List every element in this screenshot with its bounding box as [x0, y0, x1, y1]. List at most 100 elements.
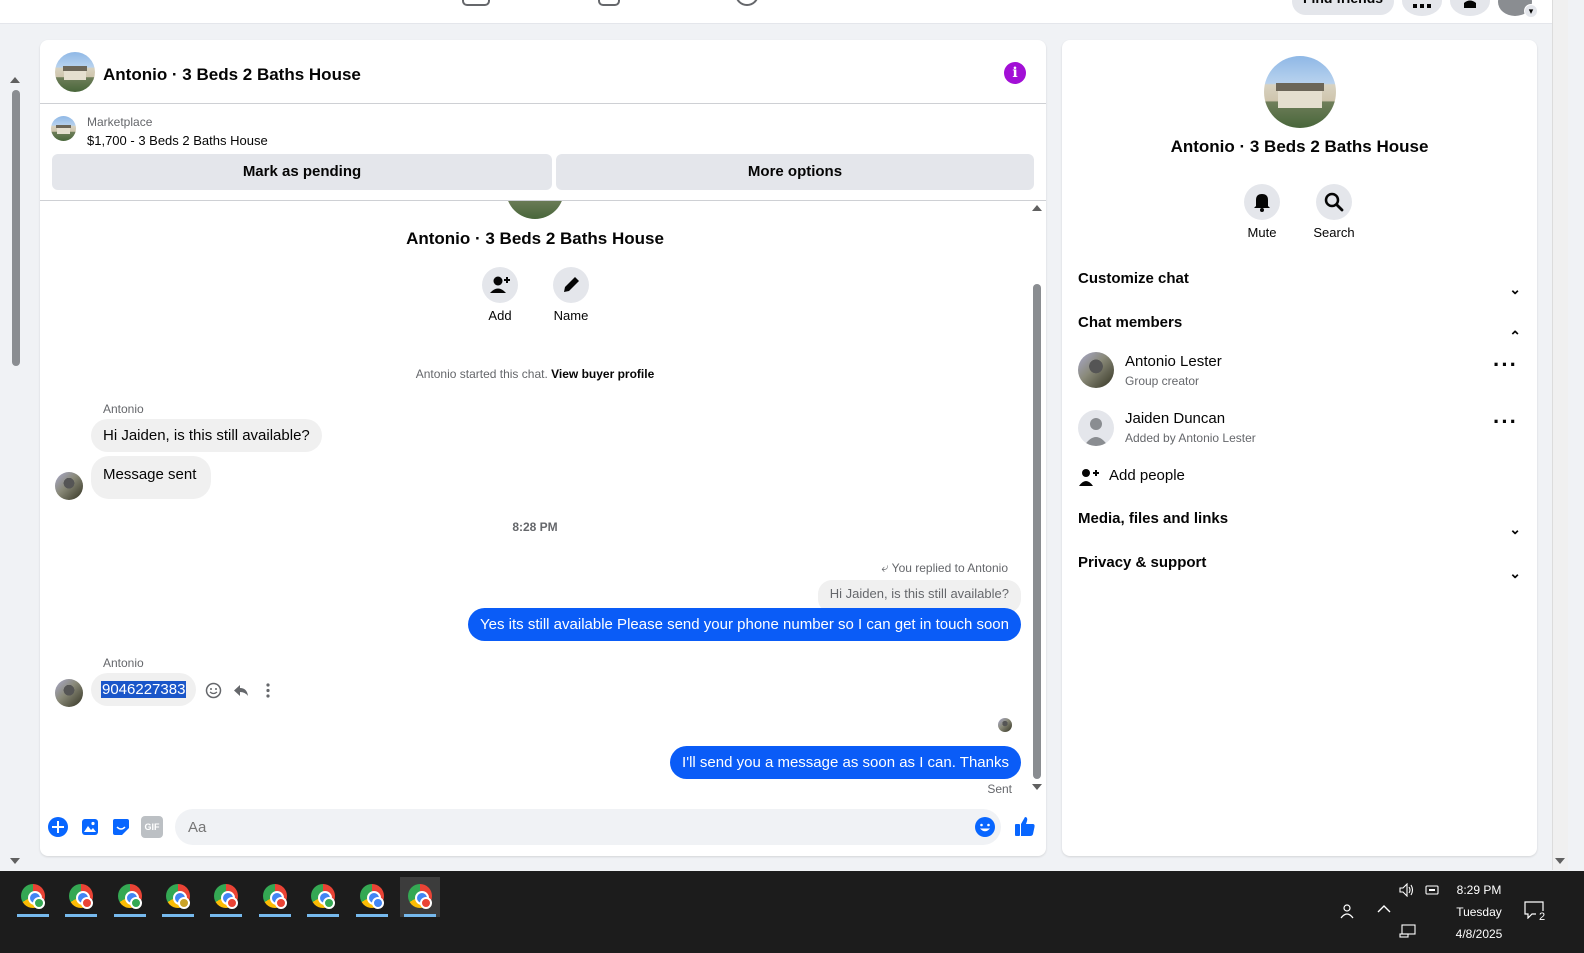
search-button[interactable]: [1316, 184, 1352, 220]
page-scroll-up-arrow[interactable]: [10, 77, 20, 83]
add-member-button[interactable]: [482, 267, 518, 303]
plus-actions-icon[interactable]: [47, 816, 69, 838]
conversation-title: Antonio · 3 Beds 2 Baths House: [406, 229, 664, 248]
mute-button[interactable]: [1244, 184, 1280, 220]
chrome-taskbar-app[interactable]: [110, 877, 150, 917]
selected-phone-text[interactable]: 9046227383: [101, 681, 187, 698]
member-name[interactable]: Antonio Lester: [1125, 353, 1222, 370]
listing-price-title[interactable]: $1,700 - 3 Beds 2 Baths House: [87, 133, 268, 148]
people-tray-icon[interactable]: [1340, 903, 1356, 919]
chrome-taskbar-app[interactable]: [158, 877, 198, 917]
sender-avatar[interactable]: [55, 472, 83, 500]
clock-date[interactable]: 4/8/2025: [1446, 927, 1512, 941]
chat-started-notice: Antonio started this chat. View buyer pr…: [40, 367, 1030, 381]
like-thumbs-up-icon[interactable]: [1013, 814, 1037, 838]
member-avatar[interactable]: [1078, 352, 1114, 388]
message-input[interactable]: [175, 809, 1001, 845]
message-bubble[interactable]: Message sent: [91, 456, 212, 499]
gaming-nav-icon[interactable]: [735, 0, 759, 6]
chrome-taskbar-app[interactable]: [352, 877, 392, 917]
marketplace-nav-icon[interactable]: [462, 0, 490, 6]
reply-icon[interactable]: [232, 682, 250, 699]
chat-members-section[interactable]: Chat members ⌃: [1078, 305, 1523, 344]
message-bubble[interactable]: Hi Jaiden, is this still available?: [91, 419, 322, 452]
member-name[interactable]: Jaiden Duncan: [1125, 410, 1225, 427]
privacy-label: Privacy & support: [1078, 554, 1207, 571]
chevron-down-icon: ⌄: [1509, 565, 1521, 581]
emoji-icon[interactable]: [974, 816, 996, 838]
member-row[interactable]: Jaiden Duncan Added by Antonio Lester ··…: [1078, 409, 1523, 459]
replied-to-text: You replied to Antonio: [891, 561, 1008, 575]
member-row[interactable]: Antonio Lester Group creator ···: [1078, 352, 1523, 402]
member-options-icon[interactable]: ···: [1493, 409, 1518, 435]
sender-name: Antonio: [103, 402, 144, 416]
clock-day[interactable]: Tuesday: [1446, 905, 1512, 919]
phone-message-bubble[interactable]: 9046227383: [91, 673, 197, 706]
conversation-scroll-down-arrow[interactable]: [1032, 784, 1042, 790]
customize-chat-section[interactable]: Customize chat ⌄: [1078, 261, 1523, 297]
meet-now-icon[interactable]: [1425, 883, 1439, 897]
mute-label: Mute: [1247, 225, 1277, 240]
name-edit-button[interactable]: [553, 267, 589, 303]
chat-started-text: Antonio started this chat.: [415, 367, 548, 381]
notifications-bell-icon[interactable]: [1450, 0, 1490, 16]
listing-avatar[interactable]: [55, 52, 95, 92]
marketplace-listing-bar: Marketplace $1,700 - 3 Beds 2 Baths Hous…: [40, 105, 1046, 201]
photo-attach-icon[interactable]: [79, 816, 101, 838]
timestamp: 8:28 PM: [512, 520, 558, 534]
windows-taskbar: 8:29 PM Tuesday 4/8/2025 2: [0, 871, 1584, 953]
notification-count-badge: 2: [1536, 911, 1548, 923]
media-label: Media, files and links: [1078, 510, 1229, 527]
sticker-icon[interactable]: [110, 816, 132, 838]
account-chevron-icon[interactable]: ▾: [1524, 4, 1538, 18]
add-people-label: Add people: [1109, 467, 1185, 484]
media-files-links-section[interactable]: Media, files and links ⌄: [1078, 501, 1523, 537]
reply-arrow-icon: ⤶: [881, 560, 889, 575]
info-listing-avatar[interactable]: [1264, 56, 1336, 128]
info-icon[interactable]: i: [1004, 62, 1026, 84]
page-scrollbar[interactable]: [1552, 0, 1568, 870]
member-avatar[interactable]: [1078, 410, 1114, 446]
page-scroll-down-arrow[interactable]: [10, 858, 20, 864]
listing-thumbnail[interactable]: [51, 116, 76, 141]
conversation-area: Antonio · 3 Beds 2 Baths House Add Name …: [40, 201, 1046, 801]
info-title: Antonio · 3 Beds 2 Baths House: [1170, 137, 1429, 156]
tray-overflow-chevron-icon[interactable]: [1377, 904, 1391, 914]
last-message-bubble[interactable]: I'll send you a message as soon as I can…: [670, 746, 1021, 779]
chat-title[interactable]: Antonio · 3 Beds 2 Baths House: [103, 65, 361, 85]
chrome-taskbar-app[interactable]: [61, 877, 101, 917]
clock-time[interactable]: 8:29 PM: [1446, 883, 1512, 897]
conversation-scroll-up-arrow[interactable]: [1032, 205, 1042, 211]
left-scrollbar-thumb[interactable]: [12, 90, 20, 366]
search-label: Search: [1313, 225, 1355, 240]
conversation-scrollbar-thumb[interactable]: [1033, 284, 1041, 779]
chrome-taskbar-app[interactable]: [303, 877, 343, 917]
add-people-row[interactable]: Add people: [1078, 464, 1523, 492]
chrome-taskbar-app[interactable]: [255, 877, 295, 917]
chrome-taskbar-app[interactable]: [206, 877, 246, 917]
chat-info-panel: Antonio · 3 Beds 2 Baths House Mute Sear…: [1062, 40, 1537, 856]
find-friends-button[interactable]: Find friends: [1292, 0, 1394, 15]
mark-as-pending-button[interactable]: Mark as pending: [52, 154, 552, 190]
menu-grid-icon[interactable]: [1402, 0, 1442, 16]
chat-members-label: Chat members: [1078, 314, 1183, 331]
chrome-taskbar-app[interactable]: [13, 877, 53, 917]
reply-message-bubble[interactable]: Yes its still available Please send your…: [468, 608, 1021, 641]
more-actions-icon[interactable]: [262, 682, 274, 699]
more-options-button[interactable]: More options: [556, 154, 1034, 190]
privacy-support-section[interactable]: Privacy & support ⌄: [1078, 545, 1523, 581]
add-label: Add: [488, 308, 512, 323]
network-icon[interactable]: [1399, 924, 1417, 938]
chrome-taskbar-app-active[interactable]: [400, 877, 440, 917]
sender-avatar[interactable]: [55, 679, 83, 707]
view-buyer-profile-link[interactable]: View buyer profile: [551, 367, 654, 381]
gif-icon[interactable]: GIF: [141, 816, 163, 838]
name-label: Name: [553, 308, 589, 323]
groups-nav-icon[interactable]: [598, 0, 620, 6]
customize-chat-label: Customize chat: [1078, 270, 1189, 287]
member-options-icon[interactable]: ···: [1493, 352, 1518, 378]
react-emoji-icon[interactable]: [205, 682, 222, 699]
volume-icon[interactable]: [1399, 883, 1415, 897]
top-navigation-bar: Find friends ▾: [0, 0, 1568, 24]
page-scrollbar-down-arrow[interactable]: [1555, 858, 1565, 864]
